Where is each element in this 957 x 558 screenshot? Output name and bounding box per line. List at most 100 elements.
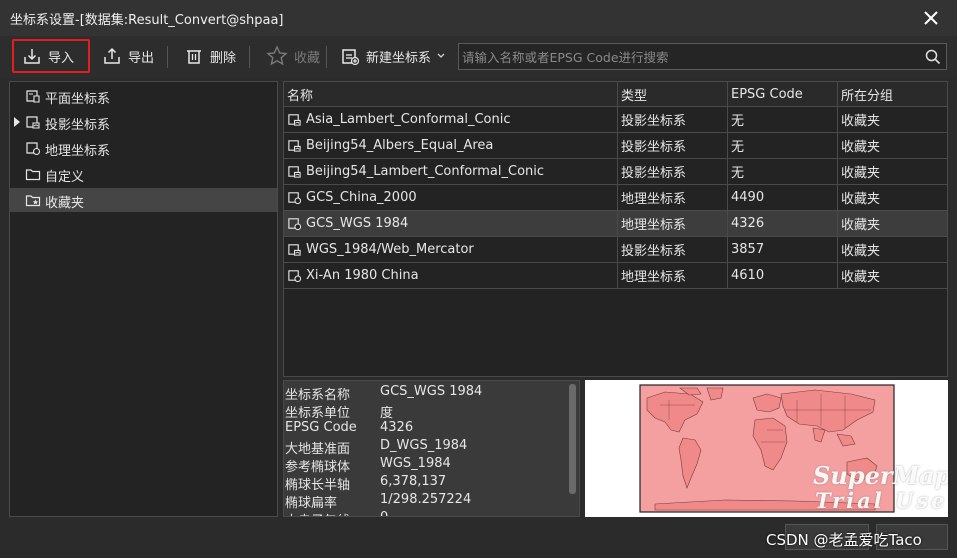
geographic-coord-icon	[288, 218, 302, 231]
tree-item-label: 投影坐标系	[45, 118, 111, 133]
column-header-group[interactable]: 所在分组	[838, 82, 947, 106]
cell-name-text: WGS_1984/Web_Mercator	[306, 242, 474, 257]
property-row: 大地基准面 D_WGS_1984	[284, 437, 566, 457]
import-icon	[24, 49, 40, 64]
cell-type: 地理坐标系	[618, 211, 728, 236]
export-button[interactable]: 导出	[94, 39, 162, 73]
planar-coord-icon	[26, 90, 40, 103]
cell-group: 收藏夹	[841, 218, 881, 233]
cell-name-text: Beijing54_Albers_Equal_Area	[306, 138, 494, 153]
property-value: GCS_WGS 1984	[380, 384, 483, 399]
favorite-button[interactable]: 收藏	[258, 39, 328, 73]
cell-group: 收藏夹	[841, 114, 881, 129]
cell-name: WGS_1984/Web_Mercator	[284, 237, 618, 262]
property-row: 中央子午线 0	[284, 509, 566, 516]
search-box	[458, 43, 947, 70]
trial-watermark: SuperMap Trial Use	[813, 464, 948, 513]
watermark-credit: CSDN @老孟爱吃Taco	[766, 531, 922, 549]
tree-item-label: 平面坐标系	[45, 92, 111, 107]
tree-item-planar[interactable]: 平面坐标系	[10, 84, 277, 108]
toolbar-separator	[326, 46, 327, 68]
geographic-coord-icon	[26, 142, 41, 156]
projected-coord-icon	[26, 116, 40, 129]
new-coord-system-icon	[342, 49, 360, 66]
cell-name: Beijing54_Albers_Equal_Area	[284, 133, 618, 158]
cell-epsg: 无	[728, 107, 838, 132]
cell-name: Xi-An 1980 China	[284, 263, 618, 288]
watermark-line-2: Trial Use	[815, 488, 948, 513]
cell-name-text: GCS_WGS 1984	[306, 216, 409, 231]
table-row[interactable]: Xi-An 1980 China 地理坐标系 4610 收藏夹	[284, 263, 947, 289]
column-header-name[interactable]: 名称	[284, 82, 618, 106]
new-coord-system-label: 新建坐标系	[366, 50, 432, 66]
table-row[interactable]: Beijing54_Lambert_Conformal_Conic 投影坐标系无收…	[284, 159, 947, 185]
cell-name: GCS_China_2000	[284, 185, 618, 210]
projected-coord-icon	[288, 114, 301, 126]
cell-group: 收藏夹	[841, 140, 881, 155]
cell-name: Asia_Lambert_Conformal_Conic	[284, 107, 618, 132]
tree-item-label: 自定义	[45, 170, 85, 185]
property-value: 1/298.257224	[380, 492, 472, 507]
property-row: 椭球扁率 1/298.257224	[284, 491, 566, 511]
table-row[interactable]: Beijing54_Albers_Equal_Area 投影坐标系无收藏夹	[284, 133, 947, 159]
projected-coord-icon	[288, 166, 301, 178]
tree-item-projected[interactable]: 投影坐标系	[10, 110, 277, 134]
cell-type: 地理坐标系	[618, 185, 728, 210]
projected-coord-icon	[288, 244, 301, 256]
toolbar-separator	[167, 46, 168, 68]
tree-item-label: 收藏夹	[45, 196, 85, 211]
cell-epsg: 3857	[728, 237, 838, 262]
search-input[interactable]	[462, 47, 912, 67]
table-row[interactable]: Asia_Lambert_Conformal_Conic 投影坐标系无收藏夹	[284, 107, 947, 133]
expand-arrow-icon[interactable]	[14, 117, 20, 127]
chevron-down-icon[interactable]	[437, 53, 445, 59]
tree-item-favorites[interactable]: 收藏夹	[10, 188, 277, 212]
property-value: 4326	[380, 420, 414, 435]
tree-item-custom[interactable]: 自定义	[10, 162, 277, 186]
tree-item-geographic[interactable]: 地理坐标系	[10, 136, 277, 160]
column-header-type[interactable]: 类型	[618, 82, 728, 106]
table-row[interactable]: GCS_WGS 1984 地理坐标系 4326 收藏夹	[284, 211, 947, 237]
column-header-epsg[interactable]: EPSG Code	[728, 82, 838, 106]
delete-label: 删除	[210, 50, 237, 66]
favorite-label: 收藏	[294, 50, 321, 66]
table-row[interactable]: WGS_1984/Web_Mercator 投影坐标系 3857 收藏夹	[284, 237, 947, 263]
folder-icon	[25, 169, 41, 181]
toolbar-separator	[249, 46, 250, 68]
cell-epsg: 无	[728, 159, 838, 184]
properties-scrollbar[interactable]	[569, 384, 576, 494]
coord-system-tree: 平面坐标系 投影坐标系 地理坐标系 自定义 收藏夹	[9, 81, 278, 517]
export-label: 导出	[128, 50, 155, 66]
cell-name-text: Asia_Lambert_Conformal_Conic	[306, 112, 511, 127]
coord-system-preview: SuperMap Trial Use	[585, 380, 948, 517]
cell-type: 投影坐标系	[618, 237, 728, 262]
table-row[interactable]: GCS_China_2000 地理坐标系 4490 收藏夹	[284, 185, 947, 211]
cell-name: GCS_WGS 1984	[284, 211, 618, 236]
import-label: 导入	[48, 50, 75, 66]
property-row: 坐标系名称 GCS_WGS 1984	[284, 383, 566, 403]
property-value: D_WGS_1984	[380, 438, 468, 453]
property-row: 椭球长半轴 6,378,137	[284, 473, 566, 493]
cell-epsg: 4610	[728, 263, 838, 288]
property-value: 6,378,137	[380, 474, 447, 489]
cell-group: 收藏夹	[841, 244, 881, 259]
new-coord-system-button[interactable]: 新建坐标系	[332, 39, 453, 73]
cell-group: 收藏夹	[841, 192, 881, 207]
property-key: 中央子午线	[285, 510, 350, 516]
cell-epsg: 无	[728, 133, 838, 158]
properties-panel: 坐标系名称 GCS_WGS 1984 坐标系单位度 EPSG Code 4326 大地基准…	[283, 380, 580, 517]
close-icon[interactable]	[919, 6, 943, 30]
cell-name-text: Xi-An 1980 China	[306, 268, 419, 283]
delete-button[interactable]: 删除	[176, 39, 244, 73]
import-button[interactable]: 导入	[12, 39, 90, 73]
property-key: EPSG Code	[285, 420, 357, 435]
search-icon[interactable]	[924, 48, 942, 66]
property-row: 坐标系单位度	[284, 401, 566, 421]
cell-group: 收藏夹	[841, 166, 881, 181]
window-title: 坐标系设置-[数据集:Result_Convert@shpaa]	[10, 13, 284, 28]
favorites-folder-icon	[25, 195, 41, 207]
table-header-row: 名称 类型 EPSG Code 所在分组	[284, 82, 947, 107]
cell-type: 投影坐标系	[618, 107, 728, 132]
cell-epsg: 4326	[728, 211, 838, 236]
cell-name-text: GCS_China_2000	[306, 190, 417, 205]
